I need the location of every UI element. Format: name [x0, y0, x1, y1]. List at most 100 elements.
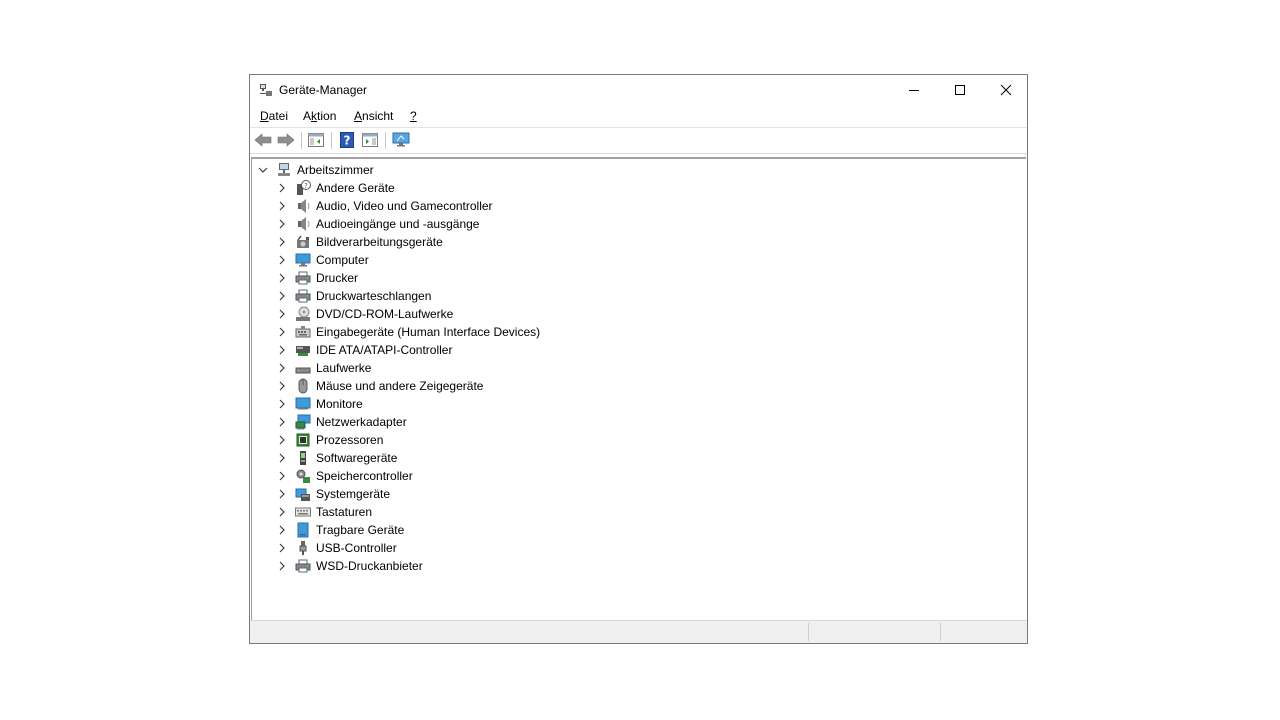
help-button[interactable]: ?: [338, 131, 356, 149]
speaker-icon: [295, 198, 311, 214]
tree-item-label: Tragbare Geräte: [316, 523, 405, 537]
mouse-icon: [295, 378, 311, 394]
show-hide-console-tree-button[interactable]: [307, 131, 325, 149]
tree-item[interactable]: Softwaregeräte: [277, 449, 397, 467]
dvd-drive-icon: [295, 306, 311, 322]
expand-toggle[interactable]: [277, 237, 287, 247]
tree-item-label: Prozessoren: [316, 433, 384, 447]
scan-hardware-button[interactable]: [392, 131, 410, 149]
expand-toggle[interactable]: [277, 363, 287, 373]
toolbar-separator: [301, 132, 302, 149]
chevron-right-icon: [279, 381, 285, 391]
tree-item[interactable]: Computer: [277, 251, 369, 269]
tree-root-item[interactable]: Arbeitszimmer: [258, 161, 374, 179]
toolbar-separator: [331, 132, 332, 149]
tree-item[interactable]: Netzwerkadapter: [277, 413, 407, 431]
expand-toggle[interactable]: [277, 471, 287, 481]
tree-item[interactable]: Audio, Video und Gamecontroller: [277, 197, 493, 215]
chevron-right-icon: [279, 363, 285, 373]
chevron-right-icon: [279, 183, 285, 193]
system-device-icon: [295, 486, 311, 502]
tree-item[interactable]: USB-Controller: [277, 539, 397, 557]
monitor-scan-icon: [392, 132, 410, 147]
expand-toggle[interactable]: [277, 543, 287, 553]
expand-toggle[interactable]: [277, 525, 287, 535]
chevron-right-icon: [279, 543, 285, 553]
tree-item[interactable]: Drucker: [277, 269, 358, 287]
minimize-button[interactable]: [891, 75, 937, 105]
chevron-right-icon: [279, 309, 285, 319]
tree-item[interactable]: Mäuse und andere Zeigegeräte: [277, 377, 483, 395]
expand-toggle[interactable]: [277, 291, 287, 301]
tree-item[interactable]: Druckwarteschlangen: [277, 287, 431, 305]
tree-item[interactable]: Audioeingänge und -ausgänge: [277, 215, 479, 233]
keyboard-icon: [295, 504, 311, 520]
expand-toggle[interactable]: [277, 561, 287, 571]
expand-toggle[interactable]: [277, 183, 287, 193]
action-pane-button[interactable]: [361, 131, 379, 149]
close-icon: [1000, 84, 1012, 96]
tree-item-label: Systemgeräte: [316, 487, 391, 501]
disk-drive-icon: [295, 360, 311, 376]
tree-item[interactable]: Systemgeräte: [277, 485, 390, 503]
tree-item-label: USB-Controller: [316, 541, 397, 555]
expand-toggle[interactable]: [277, 507, 287, 517]
tree-item-label: IDE ATA/ATAPI-Controller: [316, 343, 453, 357]
tree-item[interactable]: Eingabegeräte (Human Interface Devices): [277, 323, 540, 341]
tree-item[interactable]: IDE ATA/ATAPI-Controller: [277, 341, 452, 359]
chevron-right-icon: [279, 561, 285, 571]
chevron-right-icon: [279, 489, 285, 499]
tree-item-label: Monitore: [316, 397, 363, 411]
tree-item-label: Drucker: [316, 271, 359, 285]
expand-toggle[interactable]: [277, 381, 287, 391]
expand-toggle[interactable]: [277, 219, 287, 229]
back-button[interactable]: [254, 131, 272, 149]
forward-button[interactable]: [277, 131, 295, 149]
menu-datei[interactable]: Datei: [260, 109, 288, 123]
menu-help[interactable]: ?: [410, 109, 417, 123]
expand-toggle[interactable]: [277, 309, 287, 319]
chevron-right-icon: [279, 435, 285, 445]
status-separator: [808, 623, 809, 641]
expand-toggle[interactable]: [277, 417, 287, 427]
expand-toggle[interactable]: [277, 345, 287, 355]
close-button[interactable]: [983, 75, 1029, 105]
maximize-icon: [955, 85, 965, 95]
title-bar[interactable]: Geräte-Manager: [250, 75, 1027, 105]
monitor-icon: [295, 396, 311, 412]
printer-icon: [295, 270, 311, 286]
menu-aktion[interactable]: Aktion: [303, 109, 336, 123]
tree-item[interactable]: Prozessoren: [277, 431, 383, 449]
tree-item[interactable]: Bildverarbeitungsgeräte: [277, 233, 443, 251]
expand-toggle[interactable]: [277, 399, 287, 409]
tree-item[interactable]: Laufwerke: [277, 359, 371, 377]
expand-toggle[interactable]: [277, 273, 287, 283]
tree-item-label: Andere Geräte: [316, 181, 395, 195]
expand-toggle[interactable]: [277, 435, 287, 445]
expand-collapse-toggle[interactable]: [258, 165, 268, 175]
tree-item[interactable]: Tastaturen: [277, 503, 372, 521]
device-tree[interactable]: Arbeitszimmer? Andere Geräte Audio, Video …: [251, 157, 1026, 620]
tree-item[interactable]: WSD-Druckanbieter: [277, 557, 423, 575]
tree-item[interactable]: Speichercontroller: [277, 467, 413, 485]
svg-text:?: ?: [344, 134, 351, 148]
tree-item[interactable]: Tragbare Geräte: [277, 521, 404, 539]
expand-toggle[interactable]: [277, 255, 287, 265]
computer-icon: [295, 252, 311, 268]
expand-toggle[interactable]: [277, 201, 287, 211]
svg-text:?: ?: [304, 182, 308, 190]
tree-item[interactable]: ? Andere Geräte: [277, 179, 395, 197]
tree-item-label: Softwaregeräte: [316, 451, 398, 465]
expand-toggle[interactable]: [277, 453, 287, 463]
expand-toggle[interactable]: [277, 489, 287, 499]
hid-icon: [295, 324, 311, 340]
tree-item[interactable]: Monitore: [277, 395, 363, 413]
chevron-right-icon: [279, 201, 285, 211]
tree-item-label: Bildverarbeitungsgeräte: [316, 235, 443, 249]
action-pane-icon: [362, 133, 378, 147]
menu-ansicht[interactable]: Ansicht: [354, 109, 393, 123]
tree-item[interactable]: DVD/CD-ROM-Laufwerke: [277, 305, 453, 323]
expand-toggle[interactable]: [277, 327, 287, 337]
storage-controller-icon: [295, 468, 311, 484]
maximize-button[interactable]: [937, 75, 983, 105]
